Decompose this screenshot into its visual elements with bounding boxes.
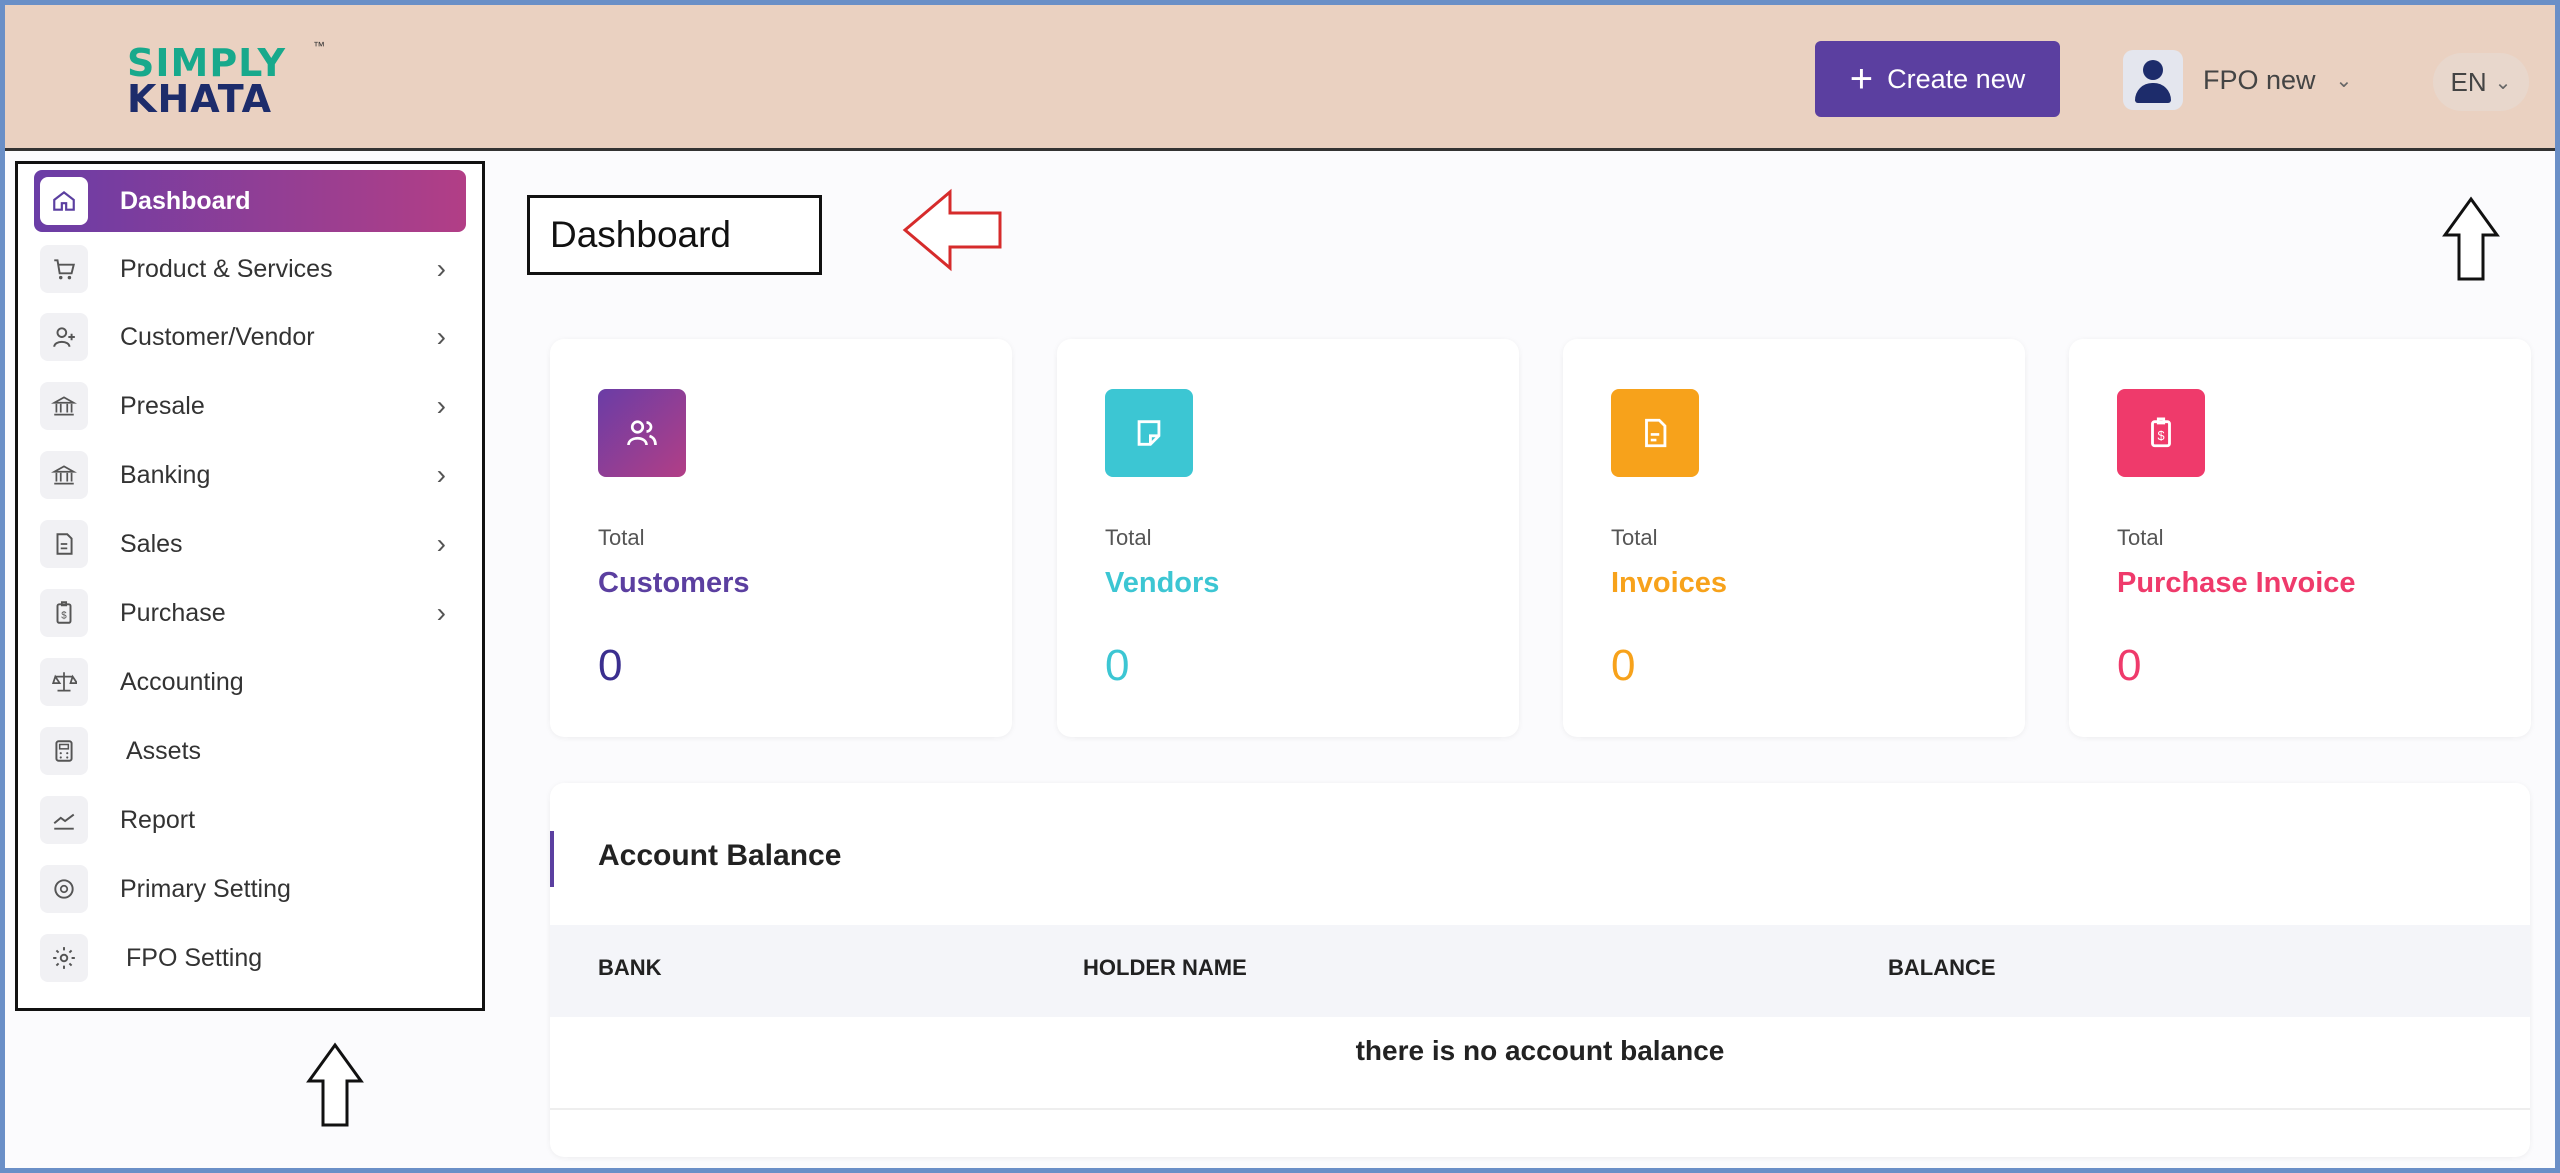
sidebar-item-banking[interactable]: Banking › — [34, 444, 466, 506]
section-accent-bar — [550, 831, 554, 887]
sidebar: Dashboard Product & Services › Customer/… — [15, 161, 485, 1011]
simply-khata-logo[interactable]: SIMPLY KHATA ™ — [123, 35, 325, 121]
sidebar-item-label: Report — [120, 805, 196, 834]
sidebar-item-label: Assets — [126, 736, 202, 765]
sidebar-item-presale[interactable]: Presale › — [34, 375, 466, 437]
screenshot-frame: SIMPLY KHATA ™ + Create new FPO new ⌄ EN… — [0, 0, 2560, 1173]
page-title: Dashboard — [527, 195, 822, 275]
invoice-icon — [1611, 389, 1699, 477]
logo-text-bottom: KHATA — [127, 77, 273, 121]
cog-circle-icon — [40, 865, 88, 913]
chevron-right-icon: › — [436, 459, 446, 490]
home-icon — [40, 177, 88, 225]
page-title-text: Dashboard — [550, 214, 732, 255]
sidebar-item-label: Presale — [120, 391, 205, 420]
sidebar-item-label: Product & Services — [120, 254, 333, 283]
column-header-bank[interactable]: BANK — [598, 955, 662, 981]
sidebar-item-report[interactable]: Report — [34, 789, 466, 851]
row-divider — [550, 1108, 2530, 1110]
sidebar-item-purchase[interactable]: $ Purchase › — [34, 582, 466, 644]
chevron-right-icon: › — [436, 321, 446, 352]
sidebar-item-label: FPO Setting — [126, 943, 263, 972]
user-menu[interactable]: FPO new ⌄ — [2123, 45, 2352, 115]
create-new-label: Create new — [1887, 63, 2026, 94]
receipt-icon: $ — [40, 589, 88, 637]
bank-icon — [40, 382, 88, 430]
sidebar-item-sales[interactable]: Sales › — [34, 513, 466, 575]
card-total-label: Total — [1105, 525, 1152, 550]
chevron-down-icon: ⌄ — [2335, 69, 2353, 92]
customers-card[interactable]: Total Customers 0 — [550, 339, 1012, 737]
document-icon — [40, 520, 88, 568]
sidebar-item-label: Accounting — [120, 667, 244, 696]
annotation-arrow-up-icon — [2442, 196, 2500, 281]
chart-icon — [40, 796, 88, 844]
account-balance-title: Account Balance — [598, 839, 842, 872]
empty-state-message: there is no account balance — [1355, 1035, 1725, 1066]
vendors-card[interactable]: Total Vendors 0 — [1057, 339, 1519, 737]
language-label: EN — [2450, 66, 2487, 97]
sidebar-item-accounting[interactable]: Accounting — [34, 651, 466, 713]
svg-text:$: $ — [61, 610, 67, 621]
sidebar-item-product-services[interactable]: Product & Services › — [34, 238, 466, 300]
sidebar-item-label: Sales — [120, 529, 183, 558]
sidebar-item-label: Banking — [120, 460, 211, 489]
create-new-button[interactable]: + Create new — [1815, 41, 2060, 117]
chevron-right-icon: › — [436, 528, 446, 559]
sidebar-item-label: Dashboard — [120, 186, 251, 215]
clipboard-icon: $ — [2117, 389, 2205, 477]
card-total-label: Total — [1611, 525, 1658, 550]
chevron-down-icon: ⌄ — [2494, 71, 2512, 94]
users-icon — [598, 389, 686, 477]
cart-icon — [40, 245, 88, 293]
chevron-right-icon: › — [436, 597, 446, 628]
card-name: Vendors — [1105, 567, 1220, 599]
sidebar-item-dashboard[interactable]: Dashboard — [34, 170, 466, 232]
gear-icon — [40, 934, 88, 982]
bank-icon — [40, 451, 88, 499]
sidebar-item-label: Customer/Vendor — [120, 322, 315, 351]
chevron-right-icon: › — [436, 390, 446, 421]
chevron-right-icon: › — [436, 253, 446, 284]
sidebar-item-primary-setting[interactable]: Primary Setting — [34, 858, 466, 920]
top-header: SIMPLY KHATA ™ + Create new FPO new ⌄ EN… — [5, 5, 2555, 151]
card-total-label: Total — [598, 525, 645, 550]
annotation-arrow-up-icon — [306, 1042, 364, 1127]
annotation-arrow-left-icon — [902, 188, 1002, 272]
calculator-icon — [40, 727, 88, 775]
card-value: 0 — [1611, 641, 1636, 690]
card-name: Invoices — [1611, 567, 1728, 599]
logo-trademark: ™ — [313, 39, 325, 53]
table-header: BANK HOLDER NAME BALANCE — [550, 925, 2530, 1017]
card-value: 0 — [1105, 641, 1130, 690]
user-name: FPO new — [2203, 64, 2316, 95]
language-selector[interactable]: EN ⌄ — [2433, 53, 2529, 111]
column-header-balance[interactable]: BALANCE — [1888, 955, 1996, 981]
avatar-icon — [2123, 50, 2183, 110]
card-value: 0 — [598, 641, 623, 690]
card-value: 0 — [2117, 641, 2142, 690]
sidebar-item-fpo-setting[interactable]: FPO Setting — [34, 927, 466, 989]
svg-text:$: $ — [2157, 428, 2164, 443]
plus-icon: + — [1849, 57, 1874, 101]
sidebar-item-assets[interactable]: Assets — [34, 720, 466, 782]
card-name: Customers — [598, 567, 750, 599]
card-total-label: Total — [2117, 525, 2164, 550]
purchase-invoice-card[interactable]: $ Total Purchase Invoice 0 — [2069, 339, 2531, 737]
column-header-holder-name[interactable]: HOLDER NAME — [1083, 955, 1247, 981]
add-user-icon — [40, 313, 88, 361]
sidebar-item-label: Primary Setting — [120, 874, 291, 903]
sidebar-item-label: Purchase — [120, 598, 226, 627]
account-balance-panel: Account Balance BANK HOLDER NAME BALANCE… — [550, 783, 2530, 1157]
scale-icon — [40, 658, 88, 706]
sidebar-item-customer-vendor[interactable]: Customer/Vendor › — [34, 306, 466, 368]
card-name: Purchase Invoice — [2117, 567, 2356, 599]
invoices-card[interactable]: Total Invoices 0 — [1563, 339, 2025, 737]
note-icon — [1105, 389, 1193, 477]
